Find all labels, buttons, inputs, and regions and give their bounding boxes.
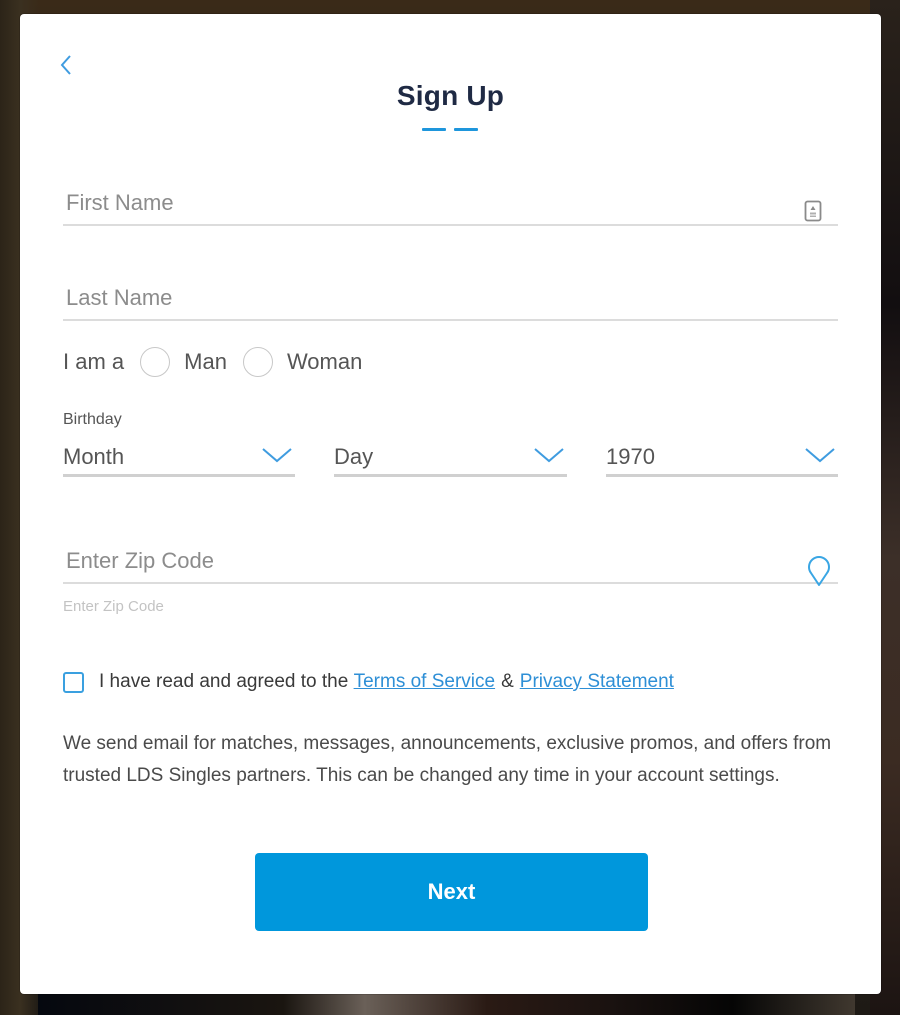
ampersand: & — [501, 671, 514, 692]
step-indicator — [422, 128, 482, 132]
gender-group: I am a Man Woman — [63, 344, 378, 380]
gender-label: I am a — [63, 349, 125, 374]
step-dash-1 — [422, 128, 446, 131]
chevron-left-icon — [60, 55, 71, 75]
day-select[interactable]: Day — [334, 442, 567, 477]
gender-option-woman[interactable]: Woman — [287, 349, 362, 375]
zip-hint: Enter Zip Code — [63, 598, 164, 615]
last-name-field — [63, 273, 838, 321]
birthday-label: Birthday — [63, 411, 122, 428]
chevron-down-icon — [805, 448, 835, 463]
first-name-input[interactable] — [63, 190, 786, 216]
year-value: 1970 — [606, 444, 655, 469]
first-name-field — [63, 178, 838, 226]
chevron-down-icon — [262, 448, 292, 463]
background-image-bottom — [38, 993, 855, 1015]
privacy-statement-link[interactable]: Privacy Statement — [520, 671, 674, 693]
year-select[interactable]: 1970 — [606, 442, 838, 477]
step-dash-2 — [454, 128, 478, 131]
chevron-down-icon — [534, 448, 564, 463]
location-pin-icon — [808, 556, 830, 586]
signup-modal: Sign Up I am a Man Woman Birthday Month … — [20, 14, 881, 994]
next-button[interactable]: Next — [255, 853, 648, 931]
page-title: Sign Up — [396, 80, 505, 111]
terms-of-service-link[interactable]: Terms of Service — [354, 671, 495, 693]
back-button[interactable] — [56, 50, 76, 80]
contact-card-icon — [804, 200, 822, 222]
month-value: Month — [63, 444, 125, 469]
gender-option-man[interactable]: Man — [184, 349, 227, 375]
month-select[interactable]: Month — [63, 442, 295, 477]
radio-man[interactable] — [140, 347, 171, 377]
terms-checkbox[interactable] — [63, 671, 84, 693]
radio-woman[interactable] — [242, 347, 273, 377]
email-notice: We send email for matches, messages, ann… — [63, 733, 832, 786]
last-name-input[interactable] — [63, 285, 786, 311]
agree-text: I have read and agreed to the — [99, 671, 349, 692]
zip-input[interactable] — [63, 548, 786, 574]
day-value: Day — [334, 444, 374, 469]
terms-agreement: I have read and agreed to the Terms of S… — [63, 671, 674, 693]
zip-field — [63, 536, 838, 586]
